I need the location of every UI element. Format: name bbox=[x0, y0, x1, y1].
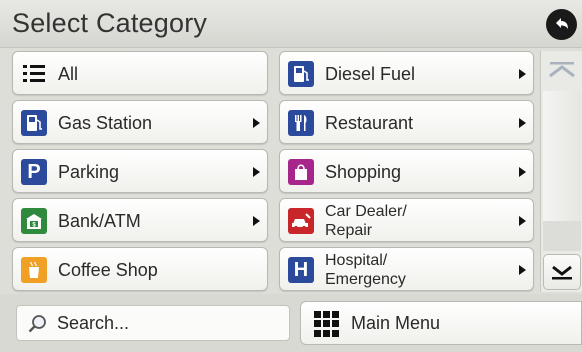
category-gas-station-button[interactable]: Gas Station bbox=[12, 100, 268, 144]
category-all-button[interactable]: All bbox=[12, 51, 268, 95]
search-icon bbox=[28, 315, 46, 333]
car-repair-icon bbox=[288, 208, 314, 234]
category-diesel-fuel-button[interactable]: Diesel Fuel bbox=[279, 51, 534, 95]
scroll-to-bottom-button[interactable] bbox=[543, 254, 581, 290]
scroll-bottom-icon bbox=[552, 265, 572, 280]
search-label: Search... bbox=[57, 312, 130, 333]
category-label: Hospital/ Emergency bbox=[325, 252, 406, 288]
submenu-arrow-icon bbox=[519, 118, 526, 128]
category-label: Coffee Shop bbox=[58, 260, 158, 280]
category-label: Bank/ATM bbox=[58, 211, 141, 231]
submenu-arrow-icon bbox=[253, 167, 260, 177]
main-menu-label: Main Menu bbox=[351, 312, 441, 333]
category-coffee-shop-button[interactable]: Coffee Shop bbox=[12, 247, 268, 291]
header-bar: Select Category bbox=[0, 0, 582, 48]
fuel-pump-icon bbox=[21, 110, 47, 136]
bank-icon: $ bbox=[21, 208, 47, 234]
category-label: Diesel Fuel bbox=[325, 64, 416, 84]
coffee-cup-icon bbox=[21, 257, 47, 283]
category-bank-atm-button[interactable]: $ Bank/ATM bbox=[12, 198, 268, 242]
submenu-arrow-icon bbox=[519, 265, 526, 275]
category-car-dealer-repair-button[interactable]: Car Dealer/ Repair bbox=[279, 198, 534, 242]
category-hospital-emergency-button[interactable]: H Hospital/ Emergency bbox=[279, 247, 534, 291]
category-parking-button[interactable]: P Parking bbox=[12, 149, 268, 193]
back-arrow-icon bbox=[555, 17, 568, 29]
main-menu-button[interactable]: Main Menu bbox=[300, 301, 582, 345]
submenu-arrow-icon bbox=[519, 69, 526, 79]
scroll-top-icon bbox=[549, 62, 575, 78]
shopping-bag-icon bbox=[288, 159, 314, 185]
submenu-arrow-icon bbox=[253, 216, 260, 226]
fork-knife-icon bbox=[288, 110, 314, 136]
scrollbar[interactable] bbox=[540, 51, 582, 292]
category-shopping-button[interactable]: Shopping bbox=[279, 149, 534, 193]
category-label: Shopping bbox=[325, 162, 402, 182]
parking-icon: P bbox=[21, 159, 47, 185]
back-button[interactable] bbox=[546, 9, 577, 40]
footer-bar: Search... Main Menu bbox=[0, 294, 582, 352]
category-label: Gas Station bbox=[58, 113, 153, 133]
search-button[interactable]: Search... bbox=[16, 305, 290, 341]
scroll-thumb[interactable] bbox=[543, 91, 581, 221]
category-label: All bbox=[58, 64, 79, 84]
category-restaurant-button[interactable]: Restaurant bbox=[279, 100, 534, 144]
scroll-to-top-button[interactable] bbox=[541, 51, 582, 89]
fuel-pump-icon bbox=[288, 61, 314, 87]
list-icon bbox=[21, 61, 47, 87]
select-category-screen: Select Category All Diesel Fuel Gas Stat… bbox=[0, 0, 582, 352]
submenu-arrow-icon bbox=[519, 167, 526, 177]
hospital-icon: H bbox=[288, 257, 314, 283]
page-title: Select Category bbox=[12, 8, 208, 38]
grid-menu-icon bbox=[314, 311, 340, 337]
scroll-track[interactable] bbox=[543, 221, 581, 251]
category-label: Parking bbox=[58, 162, 120, 182]
submenu-arrow-icon bbox=[519, 216, 526, 226]
category-label: Car Dealer/ Repair bbox=[325, 203, 407, 239]
submenu-arrow-icon bbox=[253, 118, 260, 128]
category-label: Restaurant bbox=[325, 113, 414, 133]
